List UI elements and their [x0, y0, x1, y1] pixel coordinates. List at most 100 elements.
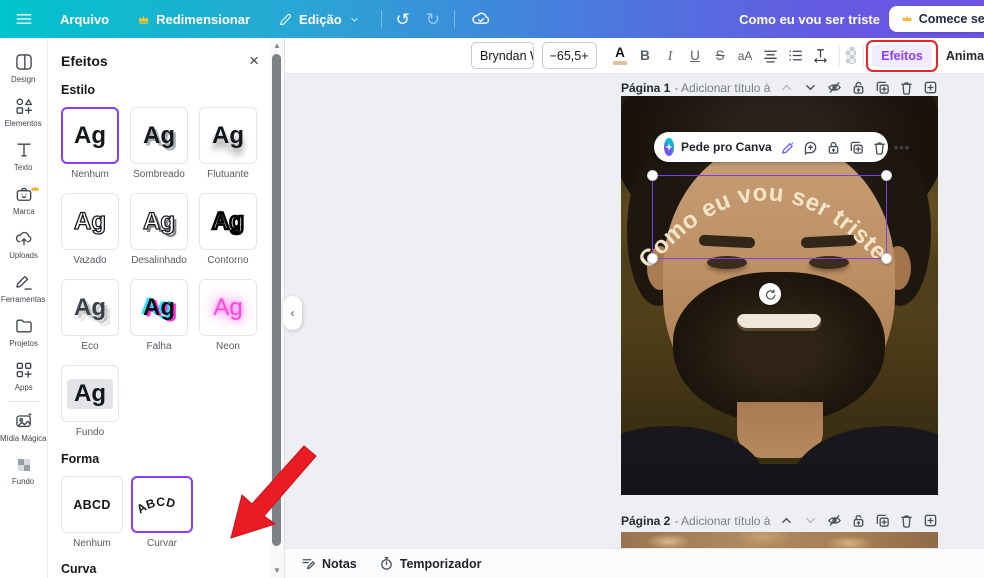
comment-button[interactable] [803, 140, 818, 155]
main-menu-button[interactable] [0, 0, 46, 38]
topbar-divider [454, 10, 456, 28]
add-page-button[interactable] [923, 513, 938, 528]
upgrade-button[interactable]: Comece seu t [888, 6, 984, 32]
magic-media-icon [15, 412, 32, 428]
document-title[interactable]: Como eu vou ser triste [739, 0, 880, 38]
font-size-decrease-button[interactable]: − [550, 49, 557, 63]
page2-title-placeholder[interactable]: - Adicionar título à pág... [674, 514, 773, 528]
page1-title-placeholder[interactable]: - Adicionar título à pág... [674, 81, 773, 95]
effect-card-flutuante[interactable]: Ag Flutuante [199, 107, 257, 180]
sidebar-item-elementos[interactable]: Elementos [0, 90, 48, 134]
timer-label: Temporizador [399, 556, 482, 571]
cloud-save-status[interactable] [461, 0, 501, 38]
move-page-down-button[interactable] [803, 80, 818, 95]
delete-page-button[interactable] [899, 513, 914, 528]
alignment-button[interactable] [759, 42, 782, 69]
spacing-button[interactable] [809, 42, 832, 69]
timer-button[interactable]: Temporizador [379, 556, 482, 571]
text-case-button[interactable]: aA [734, 42, 757, 69]
scrollbar-thumb[interactable] [272, 54, 281, 546]
duplicate-page-button[interactable] [875, 80, 890, 95]
panel-scrollbar: ▲ ▼ [270, 38, 284, 578]
sidebar-item-fundo[interactable]: Fundo [0, 449, 48, 493]
font-size-increase-button[interactable]: + [581, 49, 588, 63]
effect-card-nenhum[interactable]: Ag Nenhum [61, 107, 119, 180]
page1-name[interactable]: Página 1 [621, 81, 670, 95]
resize-handle-bottom-left[interactable] [647, 253, 658, 264]
list-button[interactable] [784, 42, 807, 69]
close-icon[interactable]: × [249, 52, 259, 69]
rotate-handle[interactable] [759, 283, 781, 305]
letter-spacing-icon [813, 49, 827, 63]
sidebar-item-marca[interactable]: Marca [0, 178, 48, 222]
page2-name[interactable]: Página 2 [621, 514, 670, 528]
effect-card-vazado[interactable]: Ag Vazado [61, 193, 119, 266]
editing-mode-menu[interactable]: Edição [264, 0, 375, 38]
notes-button[interactable]: Notas [301, 556, 357, 571]
delete-button[interactable] [872, 140, 887, 155]
add-page-button[interactable] [923, 80, 938, 95]
move-page-down-button[interactable] [803, 513, 818, 528]
sidebar-item-uploads[interactable]: Uploads [0, 222, 48, 266]
animate-button[interactable]: Anima [946, 49, 984, 63]
rotate-icon [765, 288, 775, 300]
italic-button[interactable]: I [659, 42, 682, 69]
effect-card-contorno[interactable]: Ag Contorno [199, 193, 257, 266]
resize-handle-top-left[interactable] [647, 170, 658, 181]
lock-page-button[interactable] [851, 80, 866, 95]
resize-handle-top-right[interactable] [881, 170, 892, 181]
hide-page-button[interactable] [827, 80, 842, 95]
sidebar-item-ferramentas[interactable]: Ferramentas [0, 266, 48, 310]
effect-card-neon[interactable]: Ag Neon [199, 279, 257, 352]
sidebar-item-design[interactable]: Design [0, 46, 48, 90]
topbar-divider [380, 10, 382, 28]
lock-button[interactable] [826, 140, 841, 155]
more-options-button[interactable]: ••• [894, 140, 911, 155]
page1-image[interactable]: Como eu vou ser triste Pede pro Canva [621, 96, 938, 495]
effect-card-sombreado[interactable]: Ag Sombreado [130, 107, 188, 180]
resize-menu-label: Redimensionar [156, 11, 251, 27]
effect-card-desalinhado[interactable]: Ag Desalinhado [130, 193, 188, 266]
strikethrough-button[interactable]: S [709, 42, 732, 69]
resize-menu[interactable]: Redimensionar [123, 0, 264, 38]
sidebar-item-projetos[interactable]: Projetos [0, 310, 48, 354]
transparency-button[interactable] [846, 47, 856, 64]
canva-assistant-icon[interactable] [664, 138, 674, 156]
move-page-up-button[interactable] [779, 513, 794, 528]
resize-handle-bottom-right[interactable] [881, 253, 892, 264]
undo-button[interactable]: ↺ [388, 0, 418, 38]
file-menu[interactable]: Arquivo [46, 0, 123, 38]
sidebar-item-apps[interactable]: Apps [0, 354, 48, 398]
scroll-down-icon[interactable]: ▼ [270, 566, 284, 575]
underline-button[interactable]: U [684, 42, 707, 69]
sidebar-item-midia-magica[interactable]: Mídia Mágica [0, 405, 48, 449]
effect-label: Fundo [75, 427, 105, 438]
svg-text:ABCD: ABCD [134, 494, 177, 516]
magic-edit-button[interactable] [780, 140, 795, 155]
move-page-up-button[interactable] [779, 80, 794, 95]
scroll-up-icon[interactable]: ▲ [270, 41, 284, 50]
effect-card-eco[interactable]: Ag Eco [61, 279, 119, 352]
ask-canva-label[interactable]: Pede pro Canva [681, 140, 772, 154]
duplicate-button[interactable] [849, 140, 864, 155]
effect-card-falha[interactable]: Ag Falha [130, 279, 188, 352]
delete-page-button[interactable] [899, 80, 914, 95]
font-size-value[interactable]: 65,5 [557, 49, 581, 63]
folder-icon [15, 319, 32, 333]
effect-sample: Ag [73, 207, 106, 235]
sidebar-item-texto[interactable]: Texto [0, 134, 48, 178]
lock-page-button[interactable] [851, 513, 866, 528]
page2-image[interactable] [621, 532, 938, 548]
bold-button[interactable]: B [634, 42, 657, 69]
effects-button[interactable]: Efeitos [872, 44, 932, 67]
hide-page-button[interactable] [827, 513, 842, 528]
duplicate-page-button[interactable] [875, 513, 890, 528]
font-family-selector[interactable]: Bryndan Write [471, 42, 534, 69]
shape-card-curvar[interactable]: ABCD Curvar [131, 476, 193, 549]
redo-button[interactable]: ↻ [418, 0, 448, 38]
text-color-button[interactable]: A [609, 42, 632, 69]
effect-card-fundo[interactable]: Ag Fundo [61, 365, 119, 438]
panel-collapse-button[interactable]: ‹ [283, 296, 302, 330]
toolbar-divider [838, 45, 840, 66]
shape-card-nenhum[interactable]: ABCD Nenhum [61, 476, 123, 549]
